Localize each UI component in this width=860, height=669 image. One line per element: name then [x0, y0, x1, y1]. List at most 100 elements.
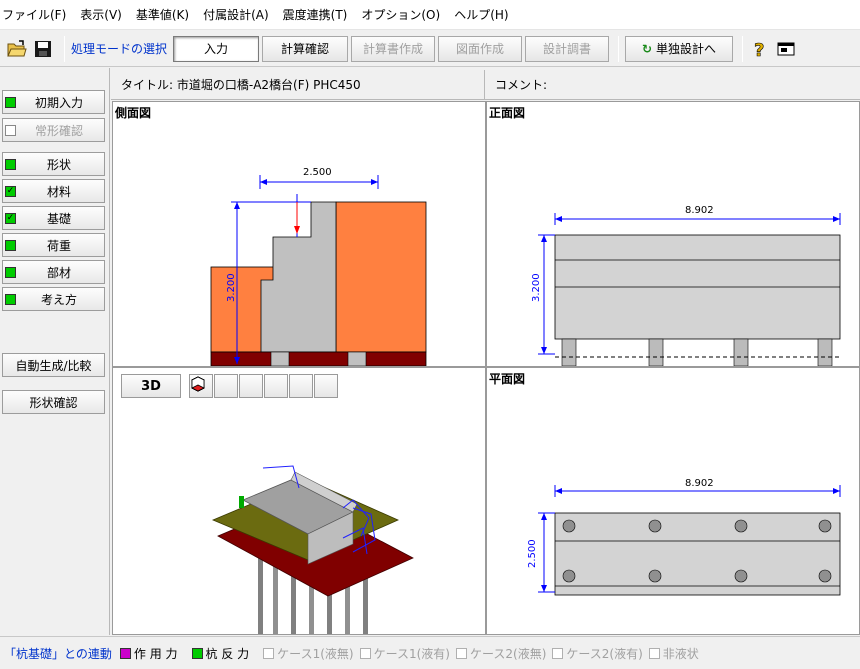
menu-seismic-link[interactable]: 震度連携(T) [283, 6, 356, 23]
status-green-icon [5, 96, 16, 108]
pile [648, 338, 664, 366]
sidebar-item-approach[interactable]: 考え方 [2, 287, 105, 311]
plan-pile [562, 519, 576, 533]
plan-view-pane[interactable]: 8.902 2.500 平面図 [486, 367, 860, 635]
auto-generate-button[interactable]: 自動生成/比較 [2, 353, 105, 377]
design-doc-button[interactable]: 設計調書 [525, 35, 610, 62]
toolbar-separator [64, 35, 65, 62]
calc-report-button[interactable]: 計算書作成 [351, 35, 436, 62]
menu-view[interactable]: 表示(V) [80, 6, 130, 23]
pile-link-text[interactable]: 「杭基礎」との連動 [4, 645, 112, 662]
menu-help[interactable]: ヘルプ(H) [454, 6, 516, 23]
pile [817, 338, 833, 366]
checkbox-icon [263, 647, 275, 659]
plan-height-label: 2.500 [527, 539, 538, 568]
menu-standard[interactable]: 基準値(K) [136, 6, 197, 23]
status-green-icon [5, 239, 16, 251]
pile [733, 338, 749, 366]
plan-pile [734, 569, 748, 583]
help-icon[interactable]: ? [749, 38, 771, 60]
sidebar-item-load[interactable]: 荷重 [2, 233, 105, 257]
plan-view-drawing: 8.902 2.500 [527, 478, 841, 596]
side-view-label: 側面図 [115, 106, 152, 120]
checkbox-icon [552, 647, 564, 659]
shape-check-button[interactable]: 形状確認 [2, 390, 105, 414]
plan-width-label: 8.902 [685, 478, 714, 489]
front-height-label: 3.200 [531, 273, 542, 302]
single-design-button[interactable]: ↻ 単独設計へ [625, 35, 734, 62]
open-folder-icon[interactable] [6, 38, 28, 60]
plan-footing [554, 512, 841, 596]
legend-reaction-label: 杭 反 力 [205, 646, 250, 661]
pile-head [347, 351, 367, 366]
case-checkbox[interactable]: ケース2(液無) [455, 645, 547, 662]
sidebar-item-label: 考え方 [40, 292, 77, 307]
pile [561, 338, 577, 366]
side-height-label: 3.200 [226, 273, 237, 302]
reaction-swatch-icon [191, 647, 203, 659]
side-view-drawing: 2.500 3.200 [210, 167, 427, 366]
view-left-icon[interactable] [191, 374, 288, 398]
menu-file[interactable]: ファイル(F) [2, 6, 74, 23]
case-label: ケース1(液有) [373, 646, 450, 661]
drawing-button[interactable]: 図面作成 [438, 35, 523, 62]
3d-button[interactable]: 3D [121, 374, 181, 398]
case-checkbox[interactable]: 非液状 [648, 645, 699, 662]
pile-3d [258, 558, 263, 634]
front-view-pane[interactable]: 8.902 3.200 正面図 [486, 101, 860, 367]
sidebar-item-shape-confirm[interactable]: 常形確認 [2, 118, 105, 142]
menu-attached-design[interactable]: 付属設計(A) [203, 6, 277, 23]
checkbox-icon [359, 647, 371, 659]
menu-bar: ファイル(F) 表示(V) 基準値(K) 付属設計(A) 震度連携(T) オプシ… [0, 0, 860, 30]
window-icon[interactable] [775, 38, 797, 60]
drawing-comment: コメント: [495, 78, 548, 92]
case-label: ケース2(液無) [469, 646, 547, 661]
menu-options[interactable]: オプション(O) [361, 6, 448, 23]
plan-pile [562, 569, 576, 583]
action-swatch-icon [119, 647, 131, 659]
sidebar-item-label: 荷重 [46, 238, 71, 253]
case-checkbox[interactable]: ケース1(液有) [359, 645, 450, 662]
drawing-title: タイトル: 市道堀の口橋-A2橋台(F) PHC450 [111, 70, 485, 99]
checkbox-icon [648, 647, 660, 659]
checkbox-icon [455, 647, 467, 659]
case-checkbox[interactable]: ケース2(液有) [552, 645, 643, 662]
save-icon[interactable] [32, 38, 54, 60]
view3d-pane[interactable]: 3D [112, 367, 486, 635]
view-top-icon[interactable] [191, 374, 313, 398]
case-checkbox[interactable]: ケース1(液無) [263, 645, 354, 662]
sidebar-item-material[interactable]: ✓ 材料 [2, 179, 105, 203]
sidebar-item-foundation[interactable]: ✓ 基礎 [2, 206, 105, 230]
view-bottom-icon[interactable] [191, 374, 338, 398]
plan-pile [734, 519, 748, 533]
input-mode-button[interactable]: 入力 [173, 35, 260, 62]
sidebar-item-initial-input[interactable]: 初期入力 [2, 90, 105, 114]
info-bar: タイトル: 市道堀の口橋-A2橋台(F) PHC450 コメント: [111, 70, 860, 100]
plan-view-label: 平面図 [489, 372, 526, 386]
case-label: 非液状 [662, 646, 699, 661]
case-label: ケース1(液無) [277, 646, 354, 661]
front-view-drawing: 8.902 3.200 [531, 205, 841, 366]
status-empty-icon [5, 124, 16, 136]
sidebar-item-member[interactable]: 部材 [2, 260, 105, 284]
status-bar: 「杭基礎」との連動 作 用 力 杭 反 力 ケース1(液無) ケース1(液有) … [0, 636, 860, 669]
footing [210, 351, 427, 366]
view-side-icon[interactable] [191, 374, 238, 398]
calc-check-button[interactable]: 計算確認 [262, 35, 349, 62]
sidebar-item-shape[interactable]: 形状 [2, 152, 105, 176]
view-back-icon[interactable] [191, 374, 263, 398]
status-green-icon [5, 158, 16, 170]
sidebar-item-label: 初期入力 [34, 95, 83, 110]
sidebar-item-label: 形状 [46, 157, 71, 172]
pile-3d [273, 563, 278, 634]
side-view-pane[interactable]: 2.500 3.200 側面図 [112, 101, 486, 367]
svg-text:?: ? [754, 40, 764, 59]
mode-label: 処理モードの選択 [71, 42, 168, 56]
plan-pile [818, 519, 832, 533]
toolbar-separator [742, 35, 744, 62]
view-icon-group [189, 374, 339, 398]
view3d-drawing [211, 465, 414, 634]
legend-action: 作 用 力 [119, 645, 178, 662]
legend-action-label: 作 用 力 [133, 646, 178, 661]
plan-pile [648, 569, 662, 583]
